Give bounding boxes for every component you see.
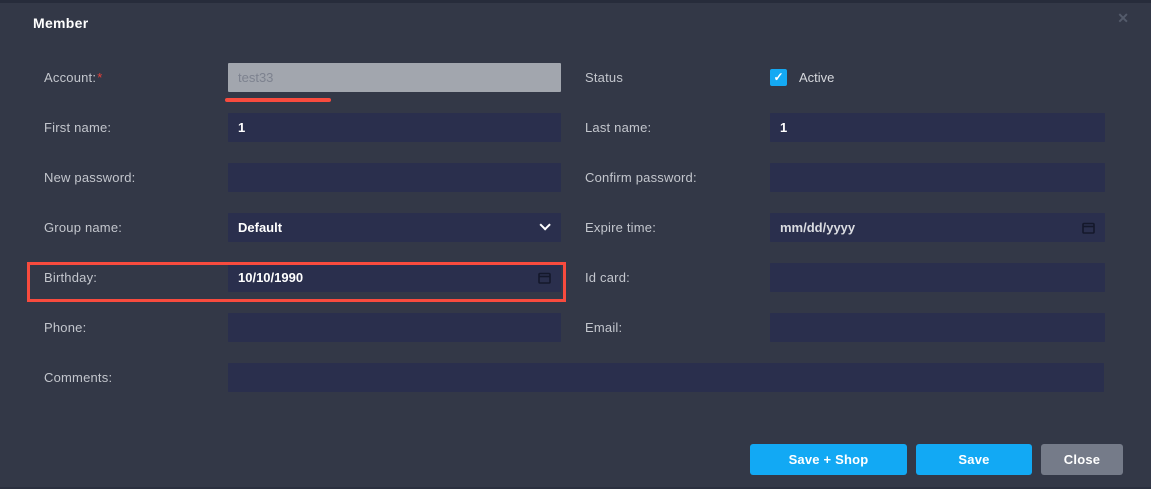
group-name-value: Default xyxy=(238,220,282,235)
active-checkbox[interactable]: ✓ xyxy=(770,69,787,86)
member-form: Account:* Status ✓ Active First name: xyxy=(0,52,1151,402)
field-last-name: Last name: xyxy=(585,113,1105,142)
calendar-icon[interactable] xyxy=(1082,221,1095,234)
active-checkbox-wrap[interactable]: ✓ Active xyxy=(770,69,834,86)
field-group-name: Group name: Default xyxy=(44,213,561,242)
form-row-account-status: Account:* Status ✓ Active xyxy=(44,52,1151,102)
first-name-input[interactable] xyxy=(228,113,561,142)
group-name-label: Group name: xyxy=(44,220,228,235)
confirm-password-label: Confirm password: xyxy=(585,170,770,185)
last-name-input[interactable] xyxy=(770,113,1105,142)
confirm-password-input[interactable] xyxy=(770,163,1105,192)
member-modal: Member ✕ Account:* Status ✓ Active xyxy=(0,0,1151,489)
birthday-date-input[interactable]: 10/10/1990 xyxy=(228,263,561,292)
field-email: Email: xyxy=(585,313,1105,342)
save-button[interactable]: Save xyxy=(916,444,1032,475)
birthday-label: Birthday: xyxy=(44,270,228,285)
close-icon[interactable]: ✕ xyxy=(1117,10,1129,26)
comments-label: Comments: xyxy=(44,370,228,385)
field-expire-time: Expire time: mm/dd/yyyy xyxy=(585,213,1105,242)
field-account: Account:* xyxy=(44,63,561,92)
phone-label: Phone: xyxy=(44,320,228,335)
expire-time-placeholder: mm/dd/yyyy xyxy=(780,220,855,235)
new-password-label: New password: xyxy=(44,170,228,185)
first-name-label: First name: xyxy=(44,120,228,135)
calendar-icon[interactable] xyxy=(538,271,551,284)
form-row-names: First name: Last name: xyxy=(44,102,1151,152)
status-label: Status xyxy=(585,70,770,85)
account-label: Account:* xyxy=(44,70,228,85)
check-icon: ✓ xyxy=(773,70,783,84)
email-input[interactable] xyxy=(770,313,1105,342)
expire-time-date-input[interactable]: mm/dd/yyyy xyxy=(770,213,1105,242)
expire-time-label: Expire time: xyxy=(585,220,770,235)
form-row-birthday-idcard: Birthday: 10/10/1990 Id card: xyxy=(44,252,1151,302)
chevron-down-icon xyxy=(539,219,550,230)
field-status: Status ✓ Active xyxy=(585,69,1105,86)
email-label: Email: xyxy=(585,320,770,335)
modal-title: Member xyxy=(33,15,88,31)
birthday-value: 10/10/1990 xyxy=(238,270,303,285)
field-phone: Phone: xyxy=(44,313,561,342)
active-checkbox-label[interactable]: Active xyxy=(799,70,834,85)
save-shop-button[interactable]: Save + Shop xyxy=(750,444,907,475)
form-row-group-expire: Group name: Default Expire time: mm/dd/y… xyxy=(44,202,1151,252)
form-row-phone-email: Phone: Email: xyxy=(44,302,1151,352)
field-confirm-password: Confirm password: xyxy=(585,163,1105,192)
required-asterisk: * xyxy=(97,70,102,85)
field-id-card: Id card: xyxy=(585,263,1105,292)
phone-input[interactable] xyxy=(228,313,561,342)
field-first-name: First name: xyxy=(44,113,561,142)
field-new-password: New password: xyxy=(44,163,561,192)
field-birthday: Birthday: 10/10/1990 xyxy=(44,263,561,292)
comments-input[interactable] xyxy=(228,363,1104,392)
last-name-label: Last name: xyxy=(585,120,770,135)
footer-buttons: Save + Shop Save Close xyxy=(750,444,1123,475)
new-password-input[interactable] xyxy=(228,163,561,192)
account-input[interactable] xyxy=(228,63,561,92)
group-name-select[interactable]: Default xyxy=(228,213,561,242)
form-row-comments: Comments: xyxy=(44,352,1151,402)
id-card-label: Id card: xyxy=(585,270,770,285)
close-button[interactable]: Close xyxy=(1041,444,1123,475)
id-card-input[interactable] xyxy=(770,263,1105,292)
form-row-passwords: New password: Confirm password: xyxy=(44,152,1151,202)
